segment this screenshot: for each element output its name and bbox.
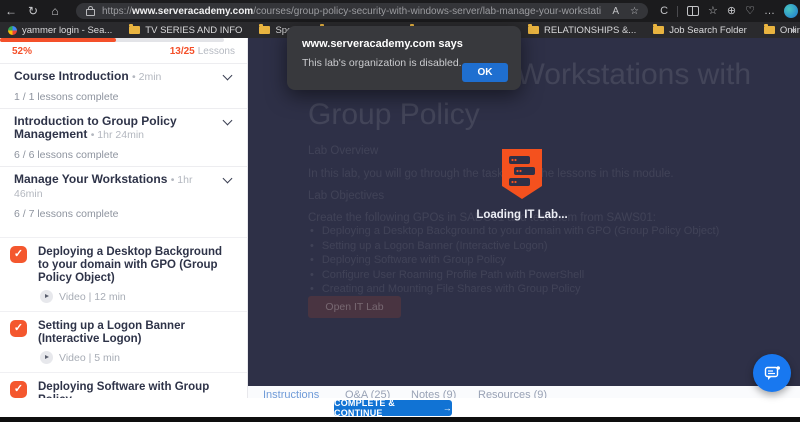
lessons-fraction: 13/25 bbox=[170, 46, 195, 57]
progress-stats-row: 52% 13/25Lessons bbox=[0, 42, 247, 63]
lesson-meta: Video | 5 min bbox=[59, 352, 120, 364]
course-sidebar: 52% 13/25Lessons Course Introduction • 2… bbox=[0, 38, 248, 422]
chat-fab-button[interactable] bbox=[753, 354, 791, 392]
objective-item: Deploying Software with Group Policy bbox=[310, 253, 719, 268]
favorite-star-icon[interactable]: ☆ bbox=[630, 6, 639, 17]
folder-icon bbox=[528, 26, 539, 34]
bookmark-label: yammer login - Sea... bbox=[22, 25, 112, 36]
objective-item: Configure User Roaming Profile Path with… bbox=[310, 268, 719, 283]
progress-percent: 52% bbox=[12, 46, 32, 57]
toolbar-icon-cluster: C ☆ ⊕ ♡ … bbox=[660, 0, 798, 22]
url-text: https://www.serveracademy.com/courses/gr… bbox=[102, 6, 601, 17]
bookmarks-right-group: RELATIONSHIPS &... Job Search Folder Onl… bbox=[528, 22, 800, 38]
toolbar-divider bbox=[677, 6, 678, 17]
complete-continue-button[interactable]: COMPLETE & CONTINUE → bbox=[334, 400, 452, 416]
bookmark-folder-job-search[interactable]: Job Search Folder bbox=[653, 25, 747, 36]
lab-content-panel: Managing Your Workstations with Group Po… bbox=[248, 38, 800, 422]
lab-overview-heading: Lab Overview bbox=[308, 145, 378, 157]
complete-continue-label: COMPLETE & CONTINUE bbox=[334, 398, 439, 418]
lab-objectives-heading: Lab Objectives bbox=[308, 190, 384, 202]
lessons-word: Lessons bbox=[198, 46, 235, 57]
lesson-title: Setting up a Logon Banner (Interactive L… bbox=[38, 320, 233, 346]
section-course-introduction[interactable]: Course Introduction • 2min 1 / 1 lessons… bbox=[0, 63, 247, 108]
chat-icon bbox=[764, 365, 781, 382]
arrow-right-icon: → bbox=[443, 403, 452, 413]
loading-text: Loading IT Lab... bbox=[462, 209, 582, 221]
bookmark-label: RELATIONSHIPS &... bbox=[544, 25, 636, 36]
home-icon[interactable]: ⌂ bbox=[44, 4, 66, 18]
folder-icon bbox=[764, 26, 775, 34]
bookmark-folder-tv-series[interactable]: TV SERIES AND INFO bbox=[129, 25, 242, 36]
bookmark-folder-relationships[interactable]: RELATIONSHIPS &... bbox=[528, 25, 636, 36]
settings-more-icon[interactable]: … bbox=[764, 6, 775, 17]
lesson-meta: Video | 12 min bbox=[59, 291, 126, 303]
folder-icon bbox=[259, 26, 270, 34]
section-duration: • 2min bbox=[132, 71, 161, 83]
url-domain: www.serveracademy.com bbox=[132, 6, 253, 17]
lab-objectives-list: Deploying a Desktop Background to your d… bbox=[310, 224, 719, 297]
play-icon bbox=[40, 351, 53, 364]
bookmark-label: TV SERIES AND INFO bbox=[145, 25, 242, 36]
copilot-icon[interactable]: C bbox=[660, 6, 668, 17]
chevron-down-icon[interactable] bbox=[223, 174, 233, 184]
section-intro-group-policy[interactable]: Introduction to Group Policy Management … bbox=[0, 108, 247, 166]
bookmark-yammer[interactable]: yammer login - Sea... bbox=[8, 25, 112, 36]
folder-icon bbox=[129, 26, 140, 34]
dialog-title: www.serveracademy.com says bbox=[302, 38, 506, 50]
split-screen-icon[interactable] bbox=[687, 6, 699, 16]
chevron-down-icon[interactable] bbox=[223, 116, 233, 126]
chevron-down-icon[interactable] bbox=[223, 71, 233, 81]
completed-check-icon[interactable]: ✓ bbox=[10, 246, 27, 263]
url-path: /courses/group-policy-security-with-wind… bbox=[253, 6, 601, 17]
section-complete-text: 6 / 7 lessons complete bbox=[14, 208, 235, 220]
objective-item: Setting up a Logon Banner (Interactive L… bbox=[310, 239, 719, 254]
objective-item: Deploying a Desktop Background to your d… bbox=[310, 224, 719, 239]
section-complete-text: 6 / 6 lessons complete bbox=[14, 149, 235, 161]
lesson-item-desktop-background[interactable]: ✓ Deploying a Desktop Background to your… bbox=[0, 238, 247, 312]
section-duration: • 1hr 24min bbox=[91, 129, 144, 141]
server-academy-logo-icon bbox=[500, 148, 544, 200]
browser-window: ← ↻ ⌂ https://www.serveracademy.com/cour… bbox=[0, 0, 800, 422]
collections-icon[interactable]: ⊕ bbox=[727, 6, 736, 17]
favorites-bar-icon[interactable]: ☆ bbox=[708, 6, 718, 17]
lesson-item-logon-banner[interactable]: ✓ Setting up a Logon Banner (Interactive… bbox=[0, 312, 247, 373]
address-bar[interactable]: https://www.serveracademy.com/courses/gr… bbox=[76, 3, 648, 19]
lock-icon[interactable] bbox=[86, 9, 95, 16]
play-icon bbox=[40, 290, 53, 303]
read-aloud-icon[interactable]: A bbox=[612, 6, 619, 17]
bookmarks-overflow-icon[interactable]: » bbox=[790, 22, 796, 38]
lesson-list: ✓ Deploying a Desktop Background to your… bbox=[0, 237, 247, 422]
reload-icon[interactable]: ↻ bbox=[22, 4, 44, 18]
section-title: Course Introduction bbox=[14, 69, 129, 83]
lab-loading-indicator: Loading IT Lab... bbox=[462, 148, 582, 221]
bookmark-label: Job Search Folder bbox=[669, 25, 747, 36]
section-manage-workstations[interactable]: Manage Your Workstations • 1hr 46min 6 /… bbox=[0, 166, 247, 225]
back-icon[interactable]: ← bbox=[0, 4, 22, 18]
lessons-count: 13/25Lessons bbox=[170, 46, 235, 57]
completed-check-icon[interactable]: ✓ bbox=[10, 320, 27, 337]
profile-avatar[interactable] bbox=[784, 4, 798, 18]
section-title: Manage Your Workstations bbox=[14, 172, 167, 186]
js-alert-dialog: www.serveracademy.com says This lab's or… bbox=[287, 26, 521, 90]
search-favicon-icon bbox=[8, 26, 17, 35]
browser-essentials-icon[interactable]: ♡ bbox=[745, 6, 755, 17]
folder-icon bbox=[653, 26, 664, 34]
browser-toolbar: ← ↻ ⌂ https://www.serveracademy.com/cour… bbox=[0, 0, 800, 22]
lesson-title: Deploying a Desktop Background to your d… bbox=[38, 246, 233, 285]
objective-item: Creating and Mounting File Shares with G… bbox=[310, 282, 719, 297]
open-it-lab-button[interactable]: Open IT Lab bbox=[308, 296, 401, 318]
completed-check-icon[interactable]: ✓ bbox=[10, 381, 27, 398]
url-scheme: https:// bbox=[102, 6, 132, 17]
dialog-ok-button[interactable]: OK bbox=[462, 63, 508, 82]
lab-title-line2: Group Policy bbox=[308, 98, 480, 132]
section-complete-text: 1 / 1 lessons complete bbox=[14, 91, 235, 103]
